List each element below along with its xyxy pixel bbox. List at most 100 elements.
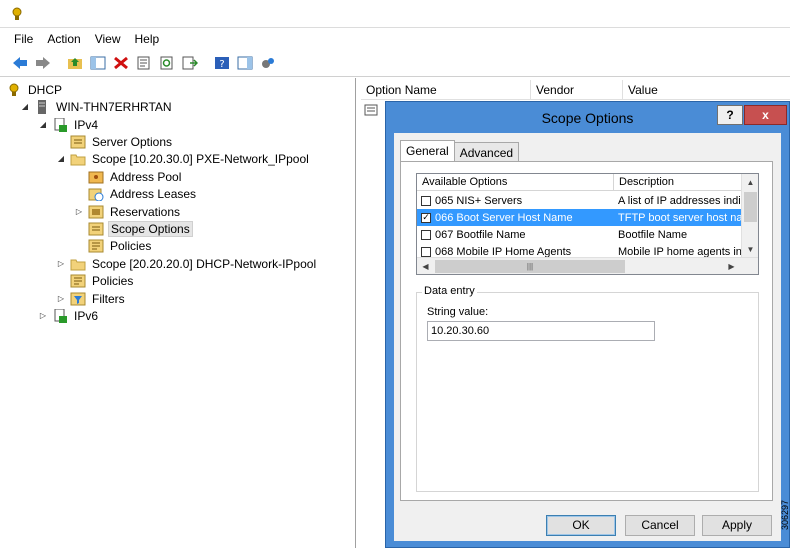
tree-node-dhcp[interactable]: DHCP <box>6 81 64 98</box>
tab-general[interactable]: General <box>400 140 455 162</box>
tree-node-reservations[interactable]: ▷ Reservations <box>74 203 182 220</box>
column-vendor[interactable]: Vendor <box>531 80 623 99</box>
options-vertical-scrollbar[interactable]: ▲ ▼ <box>741 174 758 258</box>
ipv4-icon <box>54 117 67 132</box>
svg-text:?: ? <box>219 59 224 70</box>
list-row-icon <box>364 104 378 116</box>
ipv6-icon <box>54 308 67 323</box>
option-checkbox-066[interactable]: ✓ <box>421 212 431 223</box>
dhcp-icon <box>9 83 19 96</box>
scroll-down-icon[interactable]: ▼ <box>742 241 758 258</box>
option-description: Mobile IP home agents in p <box>618 245 742 258</box>
tree-node-scope-1[interactable]: ◢ Scope [10.20.30.0] PXE-Network_IPpool <box>56 150 311 167</box>
tree-node-scope-policies[interactable]: Policies <box>88 237 153 254</box>
vertical-scroll-thumb[interactable] <box>744 192 757 222</box>
dialog-body: General Advanced Available Options Descr… <box>394 133 781 541</box>
options-horizontal-scrollbar[interactable]: ◀ ||| ▶ <box>417 257 758 274</box>
expanded-arrow-icon[interactable]: ◢ <box>38 120 48 129</box>
tree-node-ipv4[interactable]: ◢ IPv4 <box>38 116 100 133</box>
tree-node-server[interactable]: ◢ WIN-THN7ERHRTAN <box>20 98 174 115</box>
option-checkbox-067[interactable] <box>421 229 431 240</box>
string-value-input[interactable]: 10.20.30.60 <box>427 321 655 341</box>
dhcp-console-window: File Action View Help ? DHCP ◢ WIN-THN7E… <box>0 0 802 558</box>
back-icon[interactable] <box>10 53 30 73</box>
option-checkbox-065[interactable] <box>421 195 431 206</box>
results-list-header: Option Name Vendor Value <box>361 80 790 100</box>
forward-icon[interactable] <box>33 53 53 73</box>
show-hide-tree-icon[interactable] <box>88 53 108 73</box>
dialog-close-button[interactable]: x <box>744 105 787 125</box>
options-list-header: Available Options Description <box>417 174 742 191</box>
tree-node-filters[interactable]: ▷ Filters <box>56 290 127 307</box>
address-pool-icon <box>88 171 104 183</box>
menu-help[interactable]: Help <box>135 32 160 46</box>
column-description[interactable]: Description <box>614 174 742 190</box>
string-value-label: String value: <box>427 306 489 318</box>
option-name: 066 Boot Server Host Name <box>435 211 573 224</box>
ok-button[interactable]: OK <box>546 515 616 536</box>
scope-options-dialog: Scope Options ? x General Advanced Avail… <box>385 101 790 548</box>
column-available-options[interactable]: Available Options <box>417 174 614 190</box>
column-option-name[interactable]: Option Name <box>361 80 531 99</box>
scope-options-icon <box>88 222 104 235</box>
column-value[interactable]: Value <box>623 80 790 99</box>
reservations-icon <box>88 205 104 218</box>
scroll-up-icon[interactable]: ▲ <box>742 174 758 191</box>
menu-bar: File Action View Help <box>0 29 790 49</box>
toolbar: ? <box>0 49 790 77</box>
console-tree: DHCP ◢ WIN-THN7ERHRTAN ◢ IPv4 Server Opt… <box>0 78 356 548</box>
help-icon[interactable]: ? <box>212 53 232 73</box>
show-hide-action-pane-icon[interactable] <box>235 53 255 73</box>
tree-node-ipv6[interactable]: ▷ IPv6 <box>38 307 100 324</box>
data-entry-group: Data entry String value: 10.20.30.60 <box>416 285 759 492</box>
option-description: A list of IP addresses indica <box>618 194 742 207</box>
expanded-arrow-icon[interactable]: ◢ <box>20 102 30 111</box>
data-entry-legend: Data entry <box>422 285 477 297</box>
tree-node-scope-2[interactable]: ▷ Scope [20.20.20.0] DHCP-Network-IPpool <box>56 255 318 272</box>
tree-node-address-leases[interactable]: Address Leases <box>88 185 198 202</box>
collapsed-arrow-icon[interactable]: ▷ <box>56 294 66 303</box>
folder-icon <box>70 154 86 165</box>
collapsed-arrow-icon[interactable]: ▷ <box>56 259 66 268</box>
horizontal-scroll-thumb[interactable]: ||| <box>435 260 625 273</box>
collapsed-arrow-icon[interactable]: ▷ <box>74 207 84 216</box>
title-bar <box>0 0 790 28</box>
apply-button[interactable]: Apply <box>702 515 772 536</box>
collapsed-arrow-icon[interactable]: ▷ <box>38 311 48 320</box>
tree-node-server-options[interactable]: Server Options <box>70 133 174 150</box>
scroll-left-icon[interactable]: ◀ <box>417 258 434 274</box>
option-row-067[interactable]: 067 Bootfile Name Bootfile Name <box>417 226 742 243</box>
option-name: 067 Bootfile Name <box>435 228 526 241</box>
tree-node-address-pool[interactable]: Address Pool <box>88 168 183 185</box>
export-list-icon[interactable] <box>180 53 200 73</box>
menu-view[interactable]: View <box>95 32 121 46</box>
menu-file[interactable]: File <box>14 32 33 46</box>
expanded-arrow-icon[interactable]: ◢ <box>56 154 66 163</box>
server-icon <box>38 99 46 114</box>
properties-icon[interactable] <box>134 53 154 73</box>
dialog-tabs: General Advanced <box>400 140 520 162</box>
figure-number: 306297 <box>780 499 791 531</box>
option-row-066[interactable]: ✓ 066 Boot Server Host Name TFTP boot se… <box>417 209 742 226</box>
refresh-icon[interactable] <box>157 53 177 73</box>
scroll-right-icon[interactable]: ▶ <box>723 258 740 274</box>
menu-action[interactable]: Action <box>47 32 80 46</box>
policies-icon <box>88 239 104 252</box>
up-folder-icon[interactable] <box>65 53 85 73</box>
option-checkbox-068[interactable] <box>421 246 431 257</box>
available-options-list[interactable]: Available Options Description 065 NIS+ S… <box>416 173 759 275</box>
option-row-065[interactable]: 065 NIS+ Servers A list of IP addresses … <box>417 192 742 209</box>
option-name: 065 NIS+ Servers <box>435 194 523 207</box>
delete-icon[interactable] <box>111 53 131 73</box>
address-leases-icon <box>88 188 104 201</box>
cancel-button[interactable]: Cancel <box>625 515 695 536</box>
dialog-help-button[interactable]: ? <box>717 105 743 125</box>
general-tab-panel: Available Options Description 065 NIS+ S… <box>400 161 773 501</box>
tree-node-policies[interactable]: Policies <box>70 272 135 289</box>
option-description: TFTP boot server host nam <box>618 211 742 224</box>
tab-advanced[interactable]: Advanced <box>453 142 520 162</box>
dhcp-app-icon <box>12 7 22 20</box>
tree-node-scope-options[interactable]: Scope Options <box>88 220 193 237</box>
option-description: Bootfile Name <box>618 228 688 241</box>
dhcp-settings-icon[interactable] <box>258 53 278 73</box>
